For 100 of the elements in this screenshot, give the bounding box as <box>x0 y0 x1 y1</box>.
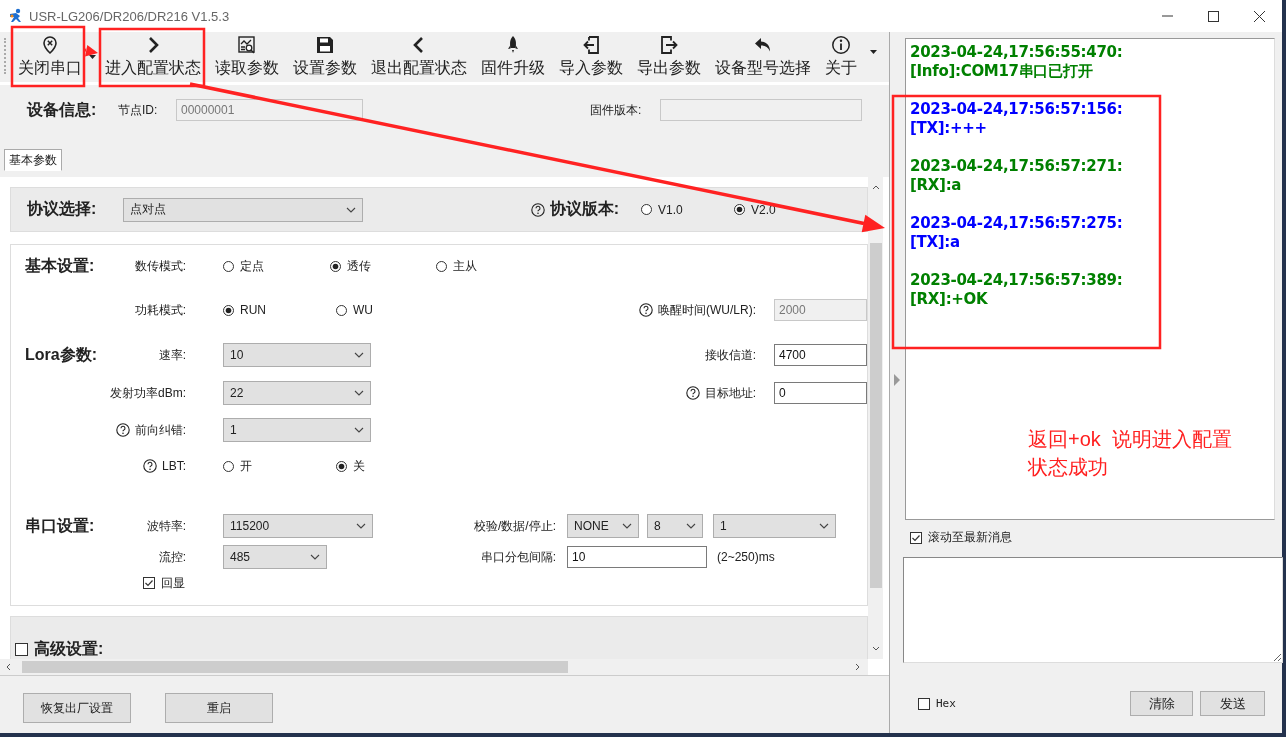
radio-icon[interactable] <box>641 204 652 215</box>
dropdown[interactable]: 点对点 <box>123 197 363 222</box>
scroll-down-icon[interactable] <box>871 645 880 653</box>
dropdown[interactable]: 22 <box>223 381 371 405</box>
annotation-arrow <box>84 45 98 57</box>
chevron-icon <box>354 352 364 358</box>
scroll-up-icon[interactable] <box>871 183 880 191</box>
caret-icon[interactable] <box>89 55 96 59</box>
field-label: 速率: <box>158 346 186 364</box>
dropdown[interactable]: 485 <box>223 545 327 569</box>
field-label: 流控: <box>158 548 186 566</box>
chevron-icon <box>346 206 356 213</box>
radio-icon[interactable] <box>436 260 448 272</box>
radio-icon[interactable] <box>336 304 347 316</box>
help-icon <box>685 386 700 400</box>
toolbar-button[interactable]: 退出配置状态 <box>364 33 474 82</box>
checkmark-icon <box>911 532 921 543</box>
field-label: 前向纠错: <box>134 421 186 439</box>
radio-option[interactable]: RUN <box>223 303 336 317</box>
minimize-icon[interactable] <box>1161 15 1173 17</box>
scroll-left-icon[interactable] <box>4 663 12 671</box>
field-label: 固件版本: <box>590 101 643 119</box>
toolbar-button[interactable]: 设备型号选择 <box>708 33 818 82</box>
toolbar-button[interactable]: 导出参数 <box>630 33 708 82</box>
log-message: [Info]:COM17串口已打开 <box>910 62 1094 81</box>
radio-icon[interactable] <box>223 260 234 272</box>
field-label: 接收信道: <box>704 346 756 364</box>
radio-option[interactable]: 透传 <box>329 257 437 275</box>
action-button[interactable]: 重启 <box>165 693 273 723</box>
send-input-field[interactable] <box>903 557 1283 663</box>
log-message: [RX]:+OK <box>910 290 989 309</box>
help-icon <box>530 202 545 217</box>
radio-icon[interactable] <box>329 260 341 272</box>
toolbar-button[interactable]: 关于 <box>818 33 864 82</box>
window-title: USR-LG206/DR206/DR216 V1.5.3 <box>29 8 230 24</box>
log-message: [TX]:+++ <box>910 119 988 138</box>
radio-option[interactable]: 开 <box>223 457 336 475</box>
overflow-caret-icon[interactable] <box>870 50 877 54</box>
dropdown[interactable]: 8 <box>647 514 703 538</box>
radio-icon[interactable] <box>734 204 745 215</box>
field-label: 功耗模式: <box>134 301 186 319</box>
field-label: 节点ID: <box>118 101 159 119</box>
sign-in-icon <box>581 35 601 55</box>
log-timestamp: 2023-04-24,17:56:57:389: <box>910 271 1124 290</box>
section-heading: 串口设置: <box>25 515 96 536</box>
radio-option[interactable]: V1.0 <box>641 202 734 217</box>
radio-option[interactable]: 主从 <box>436 257 543 275</box>
input-field[interactable]: 0 <box>774 382 867 404</box>
input-field[interactable] <box>660 99 862 121</box>
field-label: 数传模式: <box>134 257 186 275</box>
dropdown[interactable]: NONE <box>567 514 639 538</box>
toolbar-button[interactable]: 导入参数 <box>552 33 630 82</box>
log-message: [RX]:a <box>910 176 963 195</box>
radio-option[interactable]: 定点 <box>223 257 330 275</box>
field-label: LBT: <box>162 459 186 473</box>
chevron-icon <box>622 523 632 529</box>
scroll-right-icon[interactable] <box>854 663 862 671</box>
action-button[interactable]: 清除 <box>1130 691 1193 716</box>
dropdown[interactable]: 10 <box>223 343 371 367</box>
input-field[interactable]: 00000001 <box>176 99 363 121</box>
radio-icon[interactable] <box>336 460 347 472</box>
action-button[interactable]: 发送 <box>1200 691 1265 716</box>
radio-option[interactable]: 关 <box>336 457 449 475</box>
toolbar-button[interactable]: 读取参数 <box>208 33 286 82</box>
dropdown[interactable]: 115200 <box>223 514 373 538</box>
chevron-icon <box>819 523 829 529</box>
checkmark-icon <box>144 578 154 588</box>
section-heading: Lora参数: <box>25 344 98 365</box>
close-icon[interactable] <box>1253 10 1265 22</box>
app-logo-icon <box>8 8 24 24</box>
toolbar-button[interactable]: 进入配置状态 <box>98 33 208 82</box>
checkbox[interactable]: 回显 <box>143 574 185 592</box>
input-field[interactable]: 10 <box>567 546 707 568</box>
toolbar-button[interactable]: 设置参数 <box>286 33 364 82</box>
log-timestamp: 2023-04-24,17:56:57:156: <box>910 100 1124 119</box>
log-message: [TX]:a <box>910 233 961 252</box>
help-icon <box>143 459 157 473</box>
input-field[interactable]: 4700 <box>774 344 867 366</box>
chevron-icon <box>310 554 320 560</box>
section-heading: 协议选择: <box>27 199 98 219</box>
maximize-icon[interactable] <box>1207 10 1219 22</box>
radio-icon[interactable] <box>223 460 234 472</box>
checkbox[interactable]: 滚动至最新消息 <box>910 529 1275 546</box>
annotation-note: 返回+ok 说明进入配置状态成功 <box>1028 427 1233 480</box>
action-button[interactable]: 恢复出厂设置 <box>23 693 131 723</box>
chart-search-icon <box>237 35 257 55</box>
radio-option[interactable]: WU <box>336 303 449 317</box>
toolbar-button[interactable]: 固件升级 <box>474 33 552 82</box>
vertical-scrollbar[interactable] <box>868 177 883 659</box>
dropdown[interactable]: 1 <box>713 514 836 538</box>
field-label: 串口分包间隔: <box>480 548 556 566</box>
checkbox[interactable]: Hex <box>918 697 956 710</box>
radio-icon[interactable] <box>223 304 234 316</box>
section-heading: 协议版本: <box>549 199 619 219</box>
toolbar-button[interactable]: 关闭串口 <box>11 33 89 82</box>
tab[interactable]: 基本参数 <box>4 149 62 171</box>
help-icon <box>639 303 653 317</box>
horizontal-scrollbar[interactable] <box>0 659 868 675</box>
log-timestamp: 2023-04-24,17:56:57:271: <box>910 157 1124 176</box>
dropdown[interactable]: 1 <box>223 418 371 442</box>
